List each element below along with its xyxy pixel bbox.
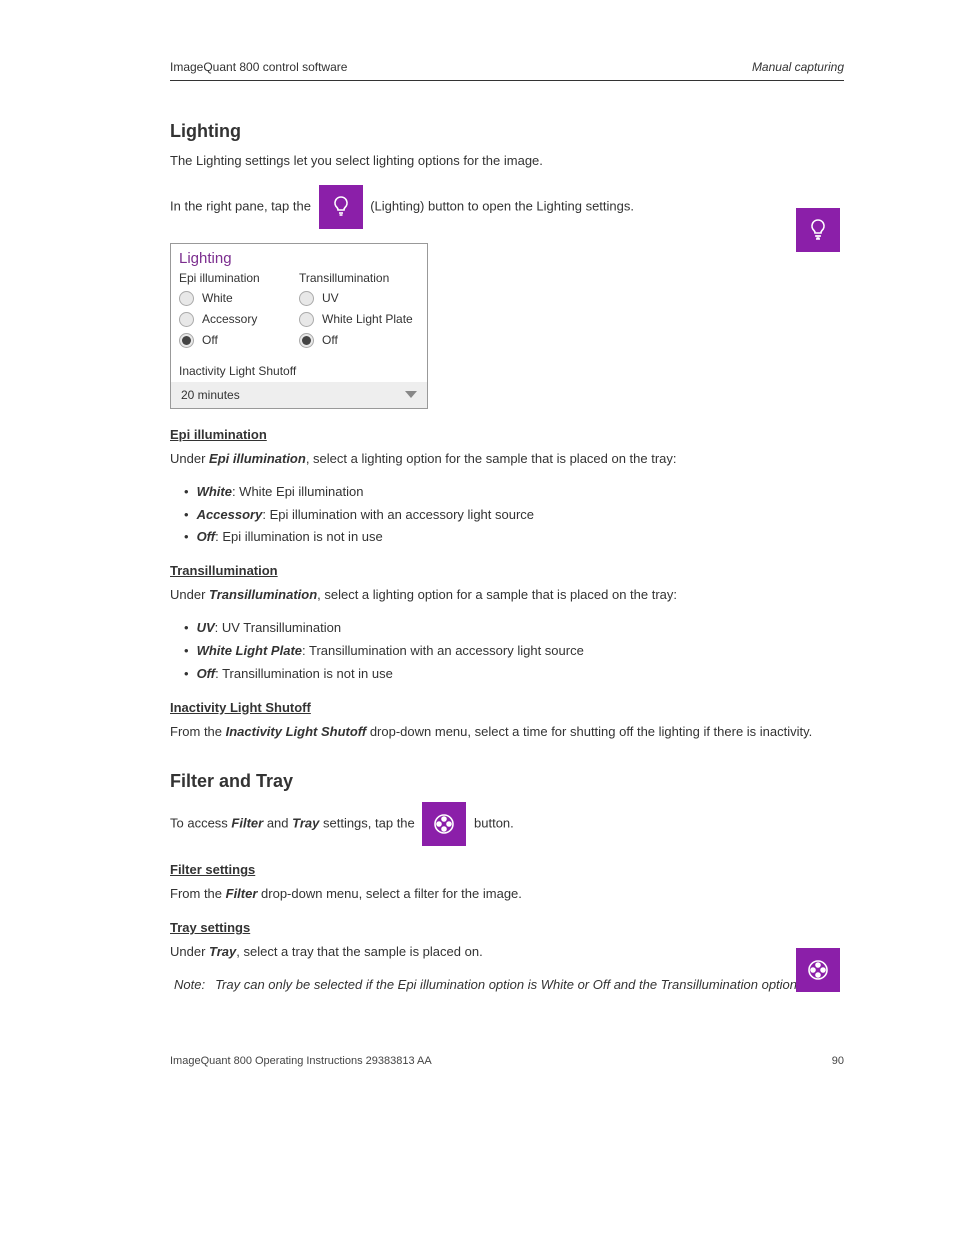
tray-settings-desc: Under Tray, select a tray that the sampl… [170, 943, 844, 962]
page-footer: ImageQuant 800 Operating Instructions 29… [170, 1055, 844, 1067]
trans-radio-white-plate[interactable]: White Light Plate [299, 312, 419, 327]
trans-label: Transillumination [299, 271, 419, 285]
header-left: ImageQuant 800 control software [170, 60, 347, 74]
filter-reel-icon-inline[interactable] [422, 802, 466, 846]
list-item: White: White Epi illumination [184, 483, 844, 502]
radio-icon [299, 333, 314, 348]
trans-radio-off[interactable]: Off [299, 333, 419, 348]
trans-radio-uv[interactable]: UV [299, 291, 419, 306]
filter-reel-icon [796, 948, 840, 992]
shutoff-subhead: Inactivity Light Shutoff [170, 700, 844, 715]
radio-icon [179, 312, 194, 327]
list-item: White Light Plate: Transillumination wit… [184, 642, 844, 661]
radio-icon [179, 333, 194, 348]
filter-heading: Filter and Tray [170, 771, 844, 792]
radio-icon [299, 312, 314, 327]
lighting-panel: Lighting Epi illumination White Accessor… [170, 243, 428, 409]
footer-right: 90 [832, 1055, 844, 1067]
shutoff-desc: From the Inactivity Light Shutoff drop-d… [170, 723, 844, 742]
radio-icon [179, 291, 194, 306]
lightbulb-icon-inline[interactable] [319, 185, 363, 229]
header-right: Manual capturing [752, 60, 844, 74]
filter-settings-subhead: Filter settings [170, 862, 844, 877]
shutoff-dropdown[interactable]: 20 minutes [171, 382, 427, 408]
footer-left: ImageQuant 800 Operating Instructions 29… [170, 1055, 432, 1067]
trans-column: Transillumination UV White Light Plate O… [299, 271, 419, 354]
tray-note: Note: Tray can only be selected if the E… [174, 976, 844, 995]
shutoff-value: 20 minutes [181, 388, 240, 402]
lighting-intro: The Lighting settings let you select lig… [170, 152, 844, 171]
epi-radio-off[interactable]: Off [179, 333, 299, 348]
chevron-down-icon [405, 391, 417, 398]
panel-title: Lighting [171, 244, 427, 271]
epi-label: Epi illumination [179, 271, 299, 285]
list-item: Off: Epi illumination is not in use [184, 528, 844, 547]
list-item: Accessory: Epi illumination with an acce… [184, 506, 844, 525]
epi-desc: Under Epi illumination, select a lightin… [170, 450, 844, 469]
filter-settings-desc: From the Filter drop-down menu, select a… [170, 885, 844, 904]
page-header: ImageQuant 800 control software Manual c… [170, 60, 844, 81]
shutoff-label: Inactivity Light Shutoff [179, 364, 419, 378]
trans-desc: Under Transillumination, select a lighti… [170, 586, 844, 605]
list-item: UV: UV Transillumination [184, 619, 844, 638]
tray-settings-subhead: Tray settings [170, 920, 844, 935]
epi-radio-white[interactable]: White [179, 291, 299, 306]
epi-radio-accessory[interactable]: Accessory [179, 312, 299, 327]
radio-icon [299, 291, 314, 306]
epi-column: Epi illumination White Accessory Off [179, 271, 299, 354]
lightbulb-icon [796, 208, 840, 252]
filter-intro: To access Filter and Tray settings, tap … [170, 802, 844, 846]
epi-subhead: Epi illumination [170, 427, 844, 442]
list-item: Off: Transillumination is not in use [184, 665, 844, 684]
lighting-instruction: In the right pane, tap the (Lighting) bu… [170, 185, 844, 229]
trans-subhead: Transillumination [170, 563, 844, 578]
lighting-heading: Lighting [170, 121, 844, 142]
